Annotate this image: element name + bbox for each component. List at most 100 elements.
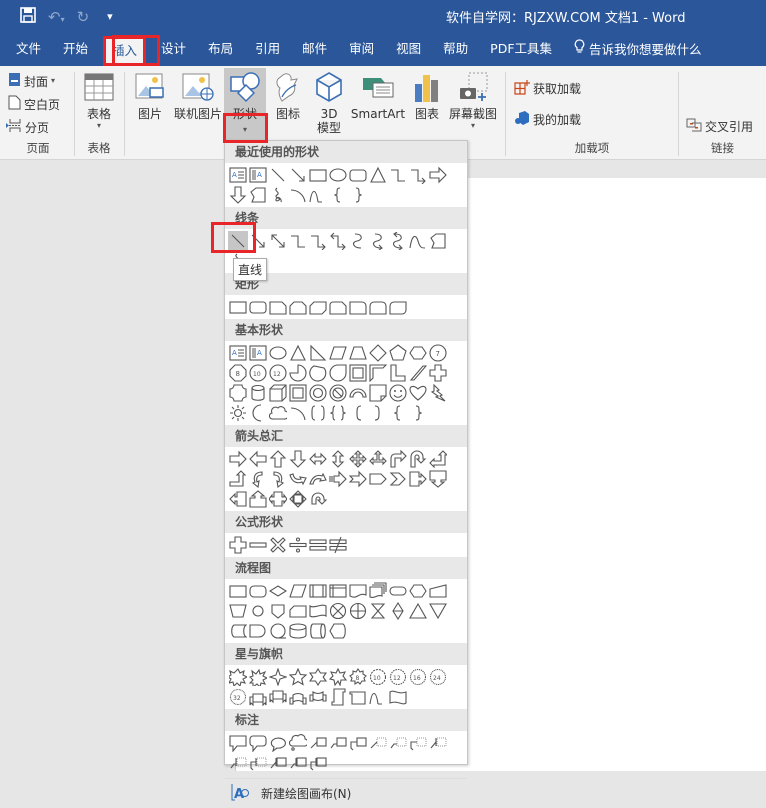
- shape-curve-arrow-icon[interactable]: [368, 231, 388, 251]
- screenshot-button[interactable]: 屏幕截图 ▾: [446, 70, 500, 131]
- customize-qat-icon[interactable]: ▾: [107, 10, 113, 23]
- 3d-model-button[interactable]: 3D 模型: [312, 70, 346, 135]
- shape-left-brace-icon[interactable]: [388, 403, 408, 423]
- shape-wave-icon[interactable]: [368, 687, 388, 707]
- shape-vtextbox-icon[interactable]: A: [248, 165, 268, 185]
- shape-elbow-arrow-icon[interactable]: [408, 165, 428, 185]
- shape-seq-access-icon[interactable]: [268, 621, 288, 641]
- shape-right-brace-icon[interactable]: [408, 403, 428, 423]
- shape-document-icon[interactable]: [348, 581, 368, 601]
- shape-internal-storage-icon[interactable]: [328, 581, 348, 601]
- shape-rectangle-icon[interactable]: [308, 165, 328, 185]
- shape-curved-down-arrow-icon[interactable]: [308, 469, 328, 489]
- shape-triangle-icon[interactable]: [288, 343, 308, 363]
- shape-sort-icon[interactable]: [388, 601, 408, 621]
- shape-right-arrow-icon[interactable]: [428, 165, 448, 185]
- shape-scribble-icon[interactable]: [268, 185, 288, 205]
- smartart-button[interactable]: SmartArt: [350, 70, 406, 121]
- tab-insert[interactable]: 插入: [103, 36, 147, 66]
- shape-u-turn-arrow-icon[interactable]: [408, 449, 428, 469]
- shape-cross-icon[interactable]: [428, 363, 448, 383]
- shape-terminator-icon[interactable]: [388, 581, 408, 601]
- shape-elbow-arrow-icon[interactable]: [308, 231, 328, 251]
- shape-pie-icon[interactable]: [288, 363, 308, 383]
- shape-arrow-line-icon[interactable]: [288, 165, 308, 185]
- undo-icon[interactable]: ↶▾: [48, 8, 65, 26]
- shape-star5-icon[interactable]: [288, 667, 308, 687]
- shape-textbox-icon[interactable]: A: [228, 343, 248, 363]
- shape-up-arrow-icon[interactable]: [268, 449, 288, 469]
- shape-diag-stripe-icon[interactable]: [408, 363, 428, 383]
- tab-review[interactable]: 审阅: [338, 34, 385, 66]
- shape-multidocument-icon[interactable]: [368, 581, 388, 601]
- shape-line-callout1-icon[interactable]: [308, 733, 328, 753]
- shape-equal-icon[interactable]: [308, 535, 328, 555]
- shape-plaque-icon[interactable]: [228, 383, 248, 403]
- shape-line-callout2-accent-icon[interactable]: [228, 753, 248, 773]
- shape-teardrop-icon[interactable]: [328, 363, 348, 383]
- shape-manual-operation-icon[interactable]: [228, 601, 248, 621]
- shape-textbox-icon[interactable]: A: [228, 165, 248, 185]
- shape-double-brace-icon[interactable]: [328, 403, 348, 423]
- shape-or-icon[interactable]: [348, 601, 368, 621]
- shape-display-icon[interactable]: [328, 621, 348, 641]
- cross-reference-button[interactable]: 交叉引用: [686, 118, 753, 135]
- chart-button[interactable]: 图表: [410, 70, 444, 121]
- shape-block-arc-icon[interactable]: [348, 383, 368, 403]
- shape-octagon-icon[interactable]: 8: [228, 363, 248, 383]
- tab-layout[interactable]: 布局: [197, 34, 244, 66]
- shape-round1-rect-icon[interactable]: [348, 297, 368, 317]
- shape-triangle-icon[interactable]: [368, 165, 388, 185]
- shape-no-symbol-icon[interactable]: [328, 383, 348, 403]
- shape-sun-icon[interactable]: [228, 403, 248, 423]
- shape-curved-right-arrow-icon[interactable]: [248, 469, 268, 489]
- shape-right-brace-icon[interactable]: [348, 185, 368, 205]
- shape-frame-icon[interactable]: [348, 363, 368, 383]
- shape-decagon-icon[interactable]: 10: [248, 363, 268, 383]
- shape-right-arrow-icon[interactable]: [228, 449, 248, 469]
- shape-pentagon-arrow-icon[interactable]: [368, 469, 388, 489]
- tab-help[interactable]: 帮助: [432, 34, 479, 66]
- shape-explosion1-icon[interactable]: [228, 667, 248, 687]
- shape-arrow-line-icon[interactable]: [248, 231, 268, 251]
- shape-up-arrow-callout-icon[interactable]: [248, 489, 268, 509]
- picture-button[interactable]: 图片: [132, 70, 168, 121]
- online-picture-button[interactable]: 联机图片: [172, 70, 224, 121]
- shape-elbow-icon[interactable]: [288, 231, 308, 251]
- table-button[interactable]: 表格 ▾: [81, 70, 117, 131]
- tell-me-box[interactable]: 告诉我你想要做什么: [563, 34, 713, 66]
- shape-double-arrow-line-icon[interactable]: [268, 231, 288, 251]
- shape-collate-icon[interactable]: [368, 601, 388, 621]
- shape-star8-icon[interactable]: 8: [348, 667, 368, 687]
- shape-chevron-icon[interactable]: [388, 469, 408, 489]
- shape-rect-callout-icon[interactable]: [228, 733, 248, 753]
- shape-horizontal-scroll-icon[interactable]: [348, 687, 368, 707]
- tab-design[interactable]: 设计: [150, 34, 197, 66]
- shape-snip-diag-rect-icon[interactable]: [308, 297, 328, 317]
- tab-file[interactable]: 文件: [0, 34, 52, 66]
- shape-snip1-rect-icon[interactable]: [268, 297, 288, 317]
- get-addins-button[interactable]: 获取加载: [514, 79, 581, 98]
- shape-left-brace-icon[interactable]: [328, 185, 348, 205]
- shape-star12-icon[interactable]: 12: [388, 667, 408, 687]
- my-addins-button[interactable]: 我的加载: [514, 110, 581, 129]
- shape-left-bracket-icon[interactable]: [348, 403, 368, 423]
- tab-home[interactable]: 开始: [52, 34, 99, 66]
- shape-oval-icon[interactable]: [328, 165, 348, 185]
- shape-line-icon[interactable]: [228, 231, 248, 251]
- shape-half-frame-icon[interactable]: [368, 363, 388, 383]
- shape-explosion2-icon[interactable]: [248, 667, 268, 687]
- shape-connector-icon[interactable]: [248, 601, 268, 621]
- shape-summing-junction-icon[interactable]: [328, 601, 348, 621]
- shape-star16-icon[interactable]: 16: [408, 667, 428, 687]
- shape-rounded-rect-icon[interactable]: [248, 297, 268, 317]
- shape-delay-icon[interactable]: [248, 621, 268, 641]
- shape-ribbon-up-icon[interactable]: [248, 687, 268, 707]
- shape-vertical-scroll-icon[interactable]: [328, 687, 348, 707]
- shape-right-bracket-icon[interactable]: [368, 403, 388, 423]
- shape-star32-icon[interactable]: 32: [228, 687, 248, 707]
- shape-hexagon-icon[interactable]: [408, 343, 428, 363]
- shape-elbow-icon[interactable]: [388, 165, 408, 185]
- shape-parallelogram-icon[interactable]: [328, 343, 348, 363]
- shape-line-callout3-border-icon[interactable]: [308, 753, 328, 773]
